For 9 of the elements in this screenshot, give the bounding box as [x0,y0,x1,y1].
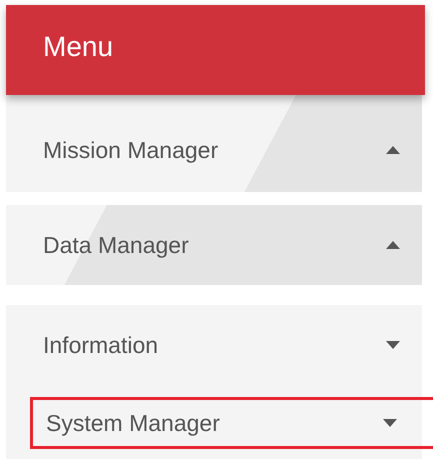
menu-item[interactable]: Data Manager [6,205,422,285]
menu-item-label: Information [43,332,158,358]
menu-item[interactable]: Information [6,305,422,385]
menu-item-label: Data Manager [43,232,189,258]
submenu-item-label: System Manager [46,410,220,436]
submenu-item[interactable]: System Manager [30,397,433,449]
menu-item-label: Mission Manager [43,136,218,164]
menu-item[interactable]: Mission Manager [6,108,422,192]
menu-title: Menu [43,31,114,63]
